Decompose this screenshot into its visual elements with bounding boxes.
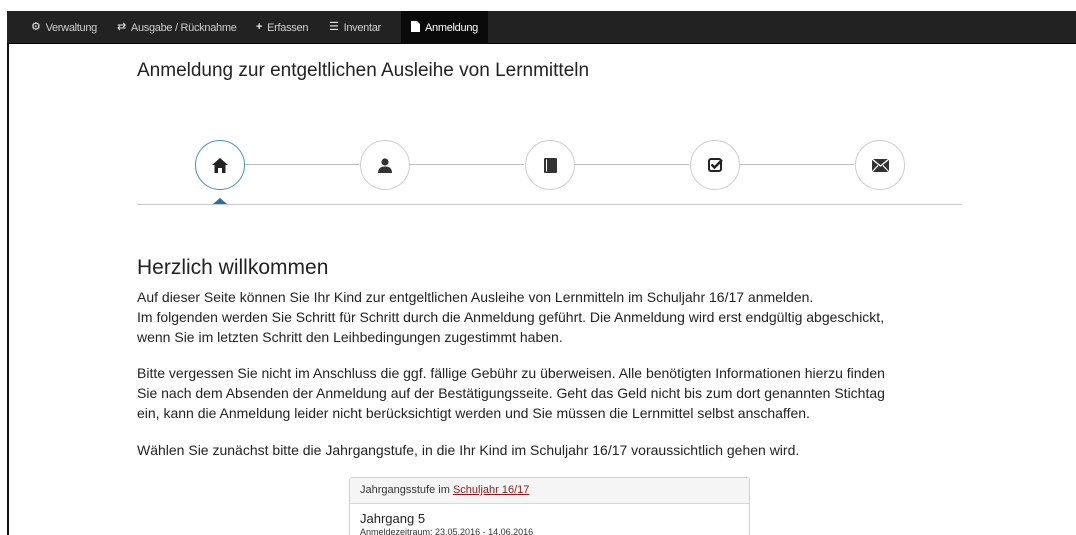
panel-heading-text: Jahrgangsstufe im (360, 484, 453, 496)
home-icon (212, 157, 228, 173)
nav-label-ausgabe-ruecknahme: Ausgabe / Rücknahme (130, 21, 237, 34)
fee-paragraph: Bitte vergessen Sie nicht im Anschluss d… (137, 363, 967, 423)
grade-option[interactable]: Jahrgang 5 Anmeldezeitraum: 23.05.2016 -… (350, 504, 749, 535)
nav-item-inventar[interactable]: ☰ Inventar (329, 11, 381, 44)
active-step-indicator (213, 198, 227, 204)
wizard-step-confirm[interactable] (690, 140, 740, 190)
nav-label-verwaltung: Verwaltung (45, 21, 98, 34)
welcome-heading: Herzlich willkommen (137, 256, 329, 279)
intro-line: wenn Sie im letzten Schritt den Leihbedi… (137, 329, 563, 345)
wizard-divider (137, 204, 962, 205)
intro-paragraph: Auf dieser Seite können Sie Ihr Kind zur… (137, 287, 967, 347)
top-navbar: ⚙ Verwaltung ⇄ Ausgabe / Rücknahme + Erf… (7, 11, 1076, 44)
fee-line: ein, kann die Anmeldung leider nicht ber… (137, 405, 810, 421)
wizard-connector (740, 164, 854, 165)
gear-icon: ⚙ (31, 21, 41, 33)
envelope-icon (871, 158, 889, 172)
panel-heading: Jahrgangsstufe im Schuljahr 16/17 (350, 478, 749, 504)
wizard-step-home[interactable] (195, 140, 245, 190)
wizard-steps (137, 140, 962, 210)
nav-item-verwaltung[interactable]: ⚙ Verwaltung (31, 11, 97, 44)
intro-line: Im folgenden werden Sie Schritt für Schr… (137, 309, 885, 325)
retweet-icon: ⇄ (117, 21, 126, 33)
nav-label-anmeldung: Anmeldung (425, 21, 478, 34)
user-icon (378, 157, 392, 173)
page-title: Anmeldung zur entgeltlichen Ausleihe von… (137, 60, 590, 81)
nav-label-inventar: Inventar (343, 21, 382, 34)
nav-item-erfassen[interactable]: + Erfassen (256, 11, 308, 44)
registration-period: Anmeldezeitraum: 23.05.2016 - 14.06.2016 (360, 527, 534, 535)
grade-label: Jahrgang 5 (360, 511, 426, 526)
book-icon (543, 157, 557, 173)
nav-label-erfassen: Erfassen (267, 21, 309, 34)
fee-line: Bitte vergessen Sie nicht im Anschluss d… (137, 365, 885, 381)
instruction-paragraph: Wählen Sie zunächst bitte die Jahrgangst… (137, 442, 800, 458)
nav-item-anmeldung[interactable]: Anmeldung (401, 11, 488, 44)
check-square-icon (707, 157, 723, 172)
wizard-step-send[interactable] (855, 140, 905, 190)
wizard-step-book[interactable] (525, 140, 575, 190)
wizard-connector (245, 164, 359, 165)
wizard-connector (575, 164, 689, 165)
window-frame-edge (7, 44, 9, 535)
file-icon (411, 20, 420, 35)
nav-item-ausgabe-ruecknahme[interactable]: ⇄ Ausgabe / Rücknahme (117, 11, 237, 44)
grade-selection-panel: Jahrgangsstufe im Schuljahr 16/17 Jahrga… (349, 477, 750, 535)
plus-icon: + (256, 21, 263, 33)
wizard-connector (410, 164, 524, 165)
list-icon: ☰ (329, 21, 339, 33)
intro-line: Auf dieser Seite können Sie Ihr Kind zur… (137, 289, 814, 305)
school-year-link[interactable]: Schuljahr 16/17 (453, 484, 529, 496)
fee-line: Sie nach dem Absenden der Anmeldung auf … (137, 385, 885, 401)
wizard-step-user[interactable] (360, 140, 410, 190)
